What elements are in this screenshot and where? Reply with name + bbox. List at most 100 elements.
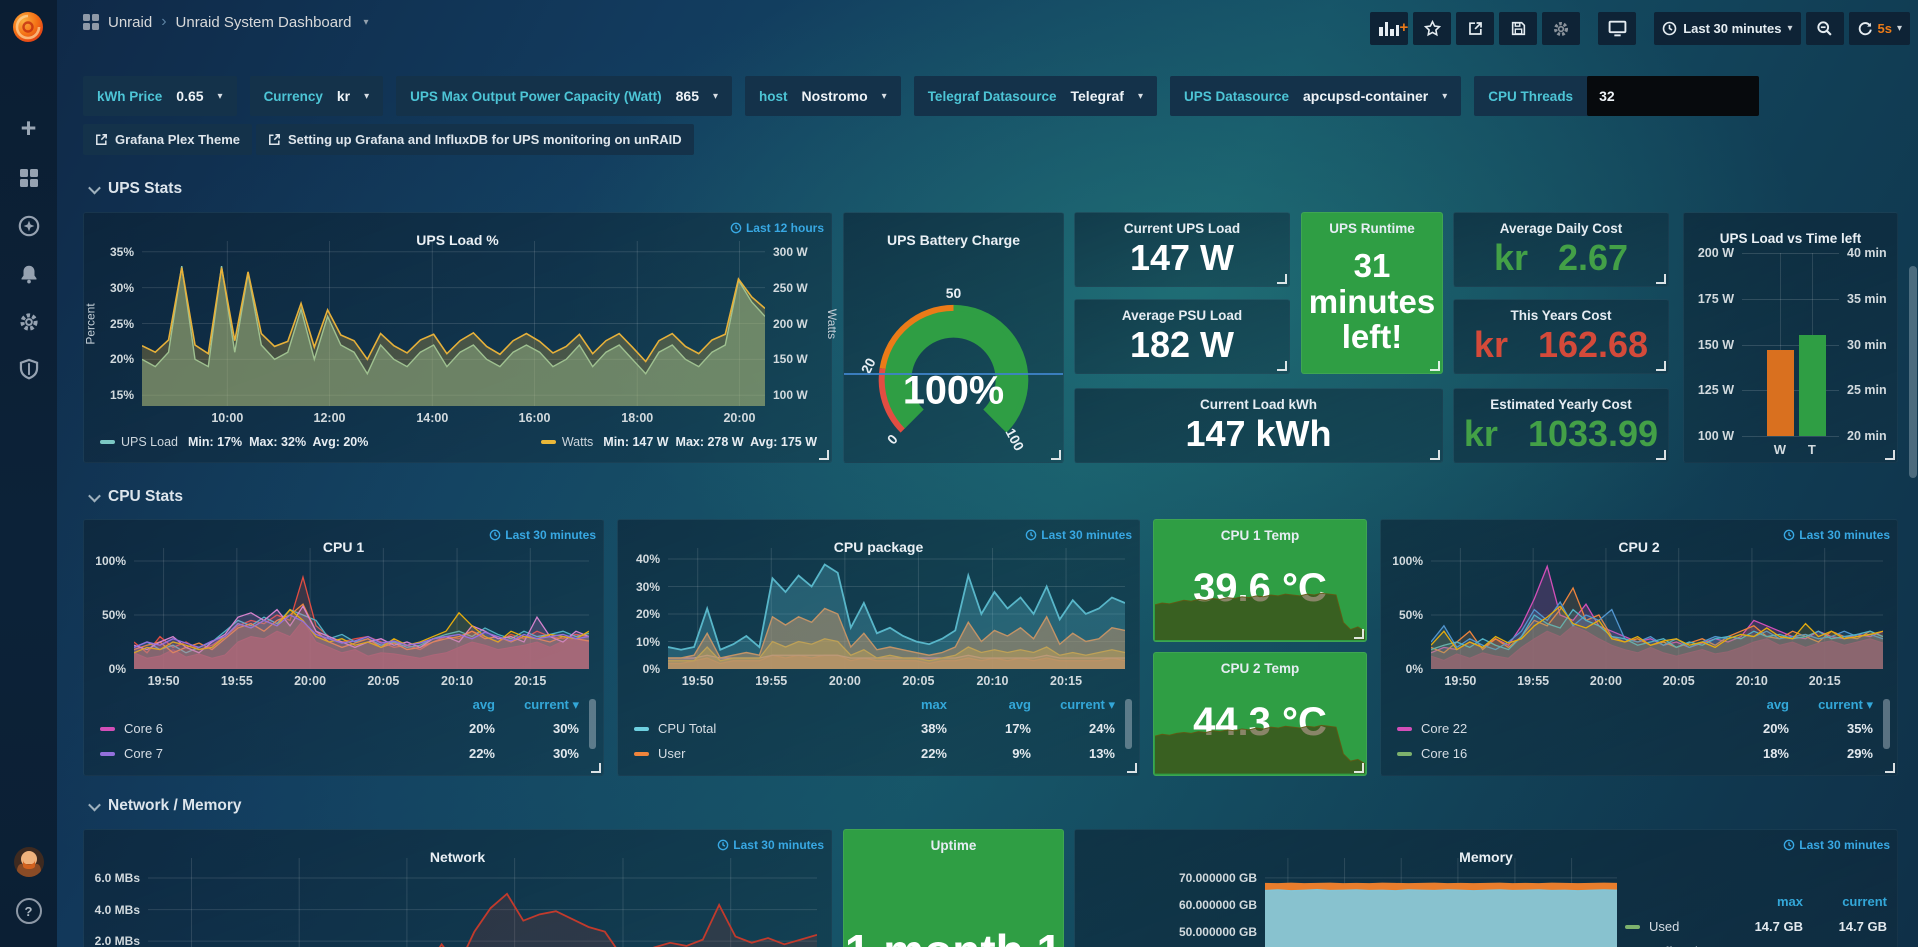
refresh-button[interactable]: 5s ▾ xyxy=(1849,12,1911,45)
legend-column-header[interactable]: current ▾ xyxy=(495,697,579,713)
legend-series-name[interactable]: Core 7 xyxy=(124,746,163,761)
link-ups-monitoring-guide[interactable]: Setting up Grafana and InfluxDB for UPS … xyxy=(256,124,694,155)
server-admin-shield-icon[interactable] xyxy=(0,349,57,389)
section-network-memory[interactable]: Network / Memory xyxy=(90,797,242,815)
y-axis-tick: 20% xyxy=(110,352,134,366)
panel-title[interactable]: UPS Load vs Time left xyxy=(1684,231,1897,246)
share-button[interactable] xyxy=(1456,12,1494,45)
legend-value: 18% xyxy=(1705,746,1789,761)
cycle-view-mode-button[interactable] xyxy=(1598,12,1636,45)
cpu-package-chart[interactable]: 0%10%20%30%40%19:5019:5520:0020:0520:102… xyxy=(618,548,1139,691)
legend-column-header[interactable]: max xyxy=(1719,894,1803,909)
dashboards-icon[interactable] xyxy=(0,158,57,198)
variable-ups-max-output[interactable]: UPS Max Output Power Capacity (Watt) 865… xyxy=(396,76,732,116)
configuration-gear-icon[interactable] xyxy=(0,302,57,342)
legend-series-name[interactable]: Used xyxy=(1649,919,1679,934)
panel-title[interactable]: Current Load kWh xyxy=(1075,389,1442,412)
grafana-logo-icon[interactable] xyxy=(9,8,47,46)
panel-title[interactable]: CPU 2 Temp xyxy=(1154,653,1366,676)
panel-resize-handle[interactable] xyxy=(1885,450,1895,460)
variable-currency[interactable]: Currency kr ▾ xyxy=(250,76,384,116)
variable-ups-datasource[interactable]: UPS Datasource apcupsd-container ▾ xyxy=(1170,76,1461,116)
section-cpu-stats[interactable]: CPU Stats xyxy=(90,488,183,506)
legend-series-name[interactable]: UPS Load xyxy=(121,435,178,449)
panel-time-range[interactable]: Last 30 minutes xyxy=(489,528,596,542)
stat-value: 31 minutes left! xyxy=(1302,236,1442,373)
legend-column-header[interactable]: avg xyxy=(947,697,1031,712)
time-range-picker[interactable]: Last 30 minutes ▾ xyxy=(1654,12,1800,45)
panel-title[interactable]: CPU 1 Temp xyxy=(1154,520,1366,543)
cost-amount: 2.67 xyxy=(1558,239,1628,278)
panel-time-range[interactable]: Last 30 minutes xyxy=(1025,528,1132,542)
panel-title[interactable]: Average Daily Cost xyxy=(1454,213,1668,236)
dashboard-grid-icon[interactable] xyxy=(83,14,99,30)
panel-resize-handle[interactable] xyxy=(1656,274,1666,284)
panel-title[interactable]: Average PSU Load xyxy=(1075,300,1289,323)
panel-resize-handle[interactable] xyxy=(1127,763,1137,773)
add-panel-button[interactable]: + xyxy=(1370,12,1408,45)
panel-time-range[interactable]: Last 12 hours xyxy=(730,221,824,235)
panel-resize-handle[interactable] xyxy=(1354,629,1364,639)
legend-column-header[interactable]: max xyxy=(863,697,947,712)
legend-column-header[interactable]: avg xyxy=(411,697,495,712)
panel-resize-handle[interactable] xyxy=(1277,274,1287,284)
panel-time-range[interactable]: Last 30 minutes xyxy=(717,838,824,852)
legend-scrollbar-thumb[interactable] xyxy=(1883,699,1890,749)
legend-column-header[interactable]: avg xyxy=(1705,697,1789,712)
panel-title[interactable]: UPS Runtime xyxy=(1302,213,1442,236)
cpu2-chart[interactable]: 0%50%100%19:5019:5520:0020:0520:1020:15 xyxy=(1381,548,1897,691)
panel-time-range[interactable]: Last 30 minutes xyxy=(1783,528,1890,542)
explore-compass-icon[interactable] xyxy=(0,206,57,246)
legend-series-name[interactable]: Core 6 xyxy=(124,721,163,736)
panel-resize-handle[interactable] xyxy=(1430,361,1440,371)
breadcrumb-folder[interactable]: Unraid xyxy=(108,14,152,31)
dashboard-settings-button[interactable] xyxy=(1542,12,1580,45)
panel-resize-handle[interactable] xyxy=(1051,450,1061,460)
legend-series-name[interactable]: Core 22 xyxy=(1421,721,1467,736)
legend-series-name[interactable]: Watts xyxy=(562,435,593,449)
variable-telegraf-datasource[interactable]: Telegraf Datasource Telegraf ▾ xyxy=(914,76,1157,116)
panel-resize-handle[interactable] xyxy=(1277,361,1287,371)
panel-resize-handle[interactable] xyxy=(1430,450,1440,460)
memory-chart[interactable]: 70.000000 GB60.000000 GB50.000000 GB xyxy=(1075,858,1625,947)
legend-series-name[interactable]: CPU Total xyxy=(658,721,716,736)
cpu-threads-input[interactable] xyxy=(1587,76,1759,116)
panel-resize-handle[interactable] xyxy=(1656,450,1666,460)
chevron-down-icon[interactable]: ▾ xyxy=(363,17,368,28)
panel-title[interactable]: Uptime xyxy=(844,830,1063,853)
variable-host[interactable]: host Nostromo ▾ xyxy=(745,76,901,116)
alerting-bell-icon[interactable] xyxy=(0,254,57,294)
legend-series-name[interactable]: User xyxy=(658,746,685,761)
breadcrumb-dashboard-title[interactable]: Unraid System Dashboard xyxy=(176,14,352,31)
help-icon[interactable]: ? xyxy=(0,896,57,926)
variable-kwh-price[interactable]: kWh Price 0.65 ▾ xyxy=(83,76,237,116)
link-grafana-plex-theme[interactable]: Grafana Plex Theme xyxy=(83,124,252,155)
panel-title[interactable]: Current UPS Load xyxy=(1075,213,1289,236)
cpu1-chart[interactable]: 0%50%100%19:5019:5520:0020:0520:1020:15 xyxy=(84,548,603,691)
panel-resize-handle[interactable] xyxy=(1354,763,1364,773)
panel-title[interactable]: Estimated Yearly Cost xyxy=(1454,389,1668,412)
legend-column-header[interactable]: current ▾ xyxy=(1031,697,1115,713)
create-icon[interactable]: + xyxy=(0,108,57,148)
panel-resize-handle[interactable] xyxy=(1885,763,1895,773)
panel-time-range[interactable]: Last 30 minutes xyxy=(1783,838,1890,852)
panel-cpu-package-graph: CPU package Last 30 minutes 0%10%20%30%4… xyxy=(617,519,1140,776)
legend-scrollbar-thumb[interactable] xyxy=(1125,699,1132,749)
ups-load-chart[interactable]: 15%20%25%30%35%Percent100 W150 W200 W250… xyxy=(84,241,831,428)
legend-column-header[interactable]: current xyxy=(1803,894,1887,909)
legend-series-name[interactable]: Core 16 xyxy=(1421,746,1467,761)
legend-scrollbar-thumb[interactable] xyxy=(589,699,596,749)
page-scrollbar-thumb[interactable] xyxy=(1909,266,1917,478)
panel-resize-handle[interactable] xyxy=(591,763,601,773)
x-axis-tick: 20:10 xyxy=(441,674,473,688)
panel-resize-handle[interactable] xyxy=(819,450,829,460)
user-avatar[interactable] xyxy=(0,845,57,879)
panel-resize-handle[interactable] xyxy=(1656,361,1666,371)
zoom-out-button[interactable] xyxy=(1806,12,1844,45)
star-button[interactable] xyxy=(1413,12,1451,45)
panel-title[interactable]: This Years Cost xyxy=(1454,300,1668,323)
network-chart[interactable]: 6.0 MBs4.0 MBs2.0 MBs xyxy=(84,858,831,947)
section-ups-stats[interactable]: UPS Stats xyxy=(90,180,182,198)
save-button[interactable] xyxy=(1499,12,1537,45)
legend-column-header[interactable]: current ▾ xyxy=(1789,697,1873,713)
